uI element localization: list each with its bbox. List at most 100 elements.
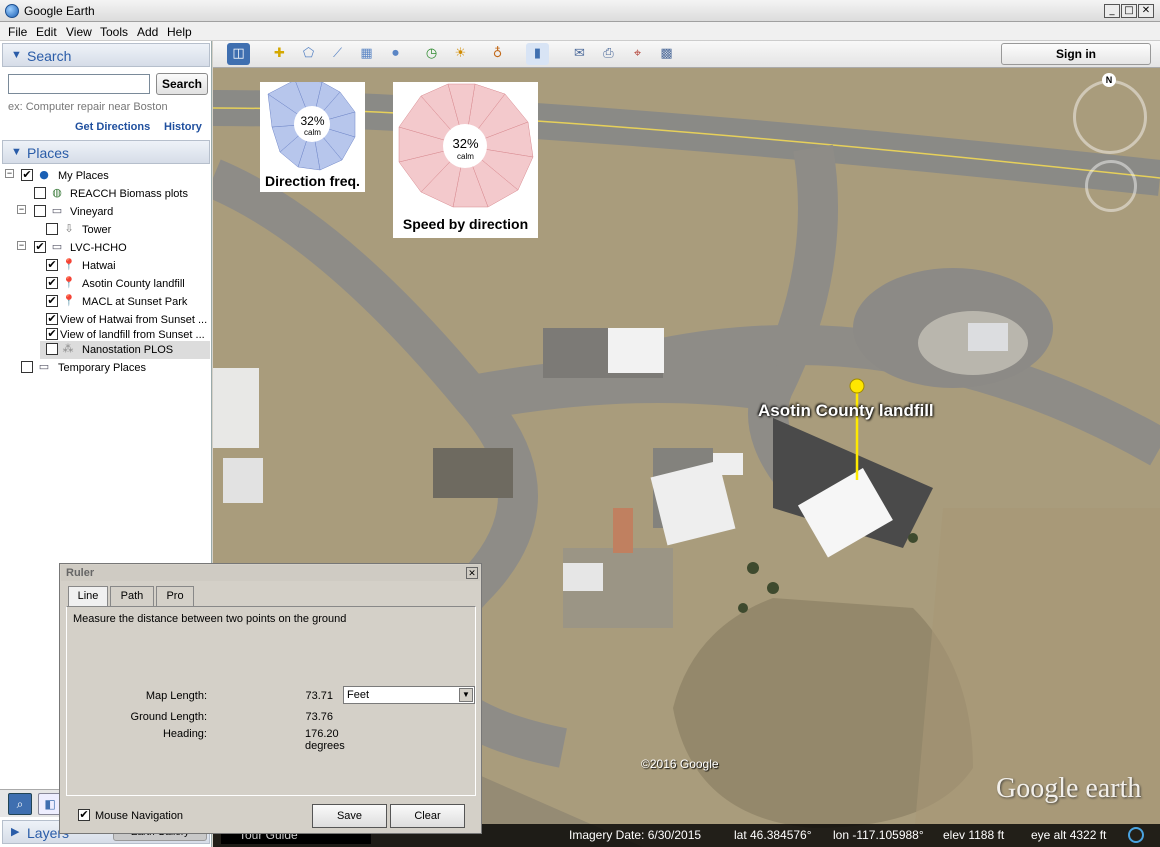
elevation: elev 1188 ft bbox=[943, 828, 1005, 842]
network-icon: ⁂ bbox=[62, 342, 74, 355]
place-item-my-places[interactable]: − ✔ ● My Places bbox=[0, 167, 210, 185]
record-tour-icon[interactable]: ⏺ bbox=[384, 43, 407, 65]
checkbox[interactable]: ✔ bbox=[34, 241, 46, 253]
print-icon[interactable]: ⎙ bbox=[597, 43, 620, 65]
get-directions-link[interactable]: Get Directions bbox=[75, 121, 150, 133]
sunlight-icon[interactable]: ☀ bbox=[449, 43, 472, 65]
tab-line[interactable]: Line bbox=[68, 586, 108, 608]
menu-view[interactable]: View bbox=[66, 25, 92, 39]
search-button[interactable]: Search bbox=[156, 73, 208, 95]
checkbox[interactable] bbox=[46, 223, 58, 235]
calm-label: calm bbox=[304, 128, 321, 137]
ground-length-value: 73.76 bbox=[305, 711, 333, 723]
add-placemark-icon[interactable]: ✚ bbox=[268, 43, 291, 65]
checkbox[interactable] bbox=[34, 187, 46, 199]
place-item-asotin[interactable]: ✔ 📍 Asotin County landfill bbox=[0, 275, 210, 293]
save-image-icon[interactable]: ▩ bbox=[655, 43, 678, 65]
sign-in-button[interactable]: Sign in bbox=[1001, 43, 1151, 65]
copyright-text: ©2016 Google bbox=[641, 757, 719, 771]
place-label: View of landfill from Sunset ... bbox=[60, 329, 205, 341]
place-label: Tower bbox=[82, 224, 112, 236]
calm-percent: 32% bbox=[300, 114, 325, 128]
checkbox[interactable] bbox=[46, 343, 58, 355]
network-link-icon: ◍ bbox=[52, 186, 62, 199]
folder-icon: ▭ bbox=[51, 240, 63, 253]
maximize-button[interactable]: □ bbox=[1121, 4, 1137, 18]
place-item-vineyard[interactable]: − ▭ Vineyard bbox=[0, 203, 210, 221]
menu-tools[interactable]: Tools bbox=[100, 25, 128, 39]
units-dropdown[interactable]: Feet ▼ bbox=[343, 686, 475, 704]
streaming-indicator-icon bbox=[1128, 827, 1144, 843]
checkbox[interactable] bbox=[34, 205, 46, 217]
latitude: lat 46.384576° bbox=[734, 828, 812, 842]
move-navigation-ring[interactable] bbox=[1085, 160, 1137, 212]
heading-label: Heading: bbox=[162, 728, 207, 740]
checkbox[interactable]: ✔ bbox=[46, 295, 58, 307]
save-button[interactable]: Save bbox=[312, 804, 387, 828]
calm-label: calm bbox=[457, 152, 474, 161]
place-item-hatwai[interactable]: ✔ 📍 Hatwai bbox=[0, 257, 210, 275]
menu-add[interactable]: Add bbox=[137, 25, 158, 39]
add-path-icon[interactable]: ⟋ bbox=[326, 43, 349, 65]
ruler-line-panel: Measure the distance between two points … bbox=[66, 606, 476, 796]
search-tab-icon[interactable]: ⌕ bbox=[8, 793, 32, 815]
place-item-lvc-hcho[interactable]: − ✔ ▭ LVC-HCHO bbox=[0, 239, 210, 257]
place-label: Hatwai bbox=[82, 260, 116, 272]
ruler-icon[interactable]: ▮ bbox=[526, 43, 549, 65]
pushpin-icon: 📍 bbox=[62, 258, 76, 271]
ruler-titlebar[interactable]: Ruler ✕ bbox=[61, 565, 480, 581]
historical-imagery-icon[interactable]: ◷ bbox=[420, 43, 443, 65]
places-panel-header[interactable]: ▼ Places bbox=[2, 140, 210, 164]
sidebar-toggle-icon[interactable]: ◫ bbox=[227, 43, 250, 65]
expand-toggle-icon[interactable]: − bbox=[5, 169, 14, 178]
eye-altitude: eye alt 4322 ft bbox=[1031, 828, 1107, 842]
place-item-nanostation[interactable]: ⁂ Nanostation PLOS bbox=[40, 341, 210, 359]
close-icon[interactable]: ✕ bbox=[466, 567, 478, 579]
place-item-macl[interactable]: ✔ 📍 MACL at Sunset Park bbox=[0, 293, 210, 311]
checkbox[interactable]: ✔ bbox=[46, 259, 58, 271]
close-button[interactable]: ✕ bbox=[1138, 4, 1154, 18]
view-in-maps-icon[interactable]: ⌖ bbox=[626, 43, 649, 65]
checkbox[interactable]: ✔ bbox=[21, 169, 33, 181]
add-polygon-icon[interactable]: ⬠ bbox=[297, 43, 320, 65]
expand-toggle-icon[interactable]: − bbox=[17, 241, 26, 250]
place-item-reacch[interactable]: ◍ REACCH Biomass plots bbox=[0, 185, 210, 203]
google-earth-watermark: Google earth bbox=[996, 773, 1142, 804]
north-indicator-icon[interactable]: N bbox=[1102, 73, 1116, 87]
expand-toggle-icon[interactable]: − bbox=[17, 205, 26, 214]
place-label: Temporary Places bbox=[58, 362, 147, 374]
mouse-navigation-checkbox[interactable]: ✔ bbox=[78, 809, 90, 821]
checkbox[interactable]: ✔ bbox=[46, 328, 58, 340]
planets-icon[interactable]: ♁ bbox=[486, 43, 509, 65]
collapse-arrow-icon: ▼ bbox=[11, 49, 22, 61]
place-item-tower[interactable]: ⇩ Tower bbox=[0, 221, 210, 239]
placemark-label[interactable]: Asotin County landfill bbox=[758, 401, 934, 421]
tab-pro[interactable]: Pro bbox=[156, 586, 194, 607]
tab-path[interactable]: Path bbox=[110, 586, 154, 607]
checkbox[interactable] bbox=[21, 361, 33, 373]
menu-help[interactable]: Help bbox=[167, 25, 192, 39]
window-title: Google Earth bbox=[24, 4, 95, 18]
minimize-button[interactable]: _ bbox=[1104, 4, 1120, 18]
email-icon[interactable]: ✉ bbox=[568, 43, 591, 65]
map-length-value: 73.71 bbox=[305, 690, 333, 702]
map-length-label: Map Length: bbox=[145, 690, 207, 702]
menu-edit[interactable]: Edit bbox=[36, 25, 57, 39]
pushpin-icon: 📍 bbox=[62, 294, 76, 307]
chevron-down-icon[interactable]: ▼ bbox=[459, 688, 473, 702]
menu-bar: File Edit View Tools Add Help bbox=[0, 22, 1160, 41]
place-item-temporary[interactable]: ▭ Temporary Places bbox=[0, 359, 210, 377]
look-navigation-ring[interactable] bbox=[1073, 80, 1147, 154]
checkbox[interactable]: ✔ bbox=[46, 313, 58, 325]
toolbar: ◫ ✚ ⬠ ⟋ ▦ ⏺ ◷ ☀ ♁ ▮ ✉ ⎙ ⌖ ▩ Sign in bbox=[213, 41, 1160, 68]
add-image-overlay-icon[interactable]: ▦ bbox=[355, 43, 378, 65]
search-panel-header[interactable]: ▼ Search bbox=[2, 43, 210, 67]
clear-button[interactable]: Clear bbox=[390, 804, 465, 828]
place-label: My Places bbox=[58, 170, 109, 182]
google-earth-logo-icon bbox=[5, 4, 19, 18]
place-label: Asotin County landfill bbox=[82, 278, 185, 290]
checkbox[interactable]: ✔ bbox=[46, 277, 58, 289]
menu-file[interactable]: File bbox=[8, 25, 27, 39]
history-link[interactable]: History bbox=[164, 121, 202, 133]
search-input[interactable] bbox=[8, 74, 150, 94]
